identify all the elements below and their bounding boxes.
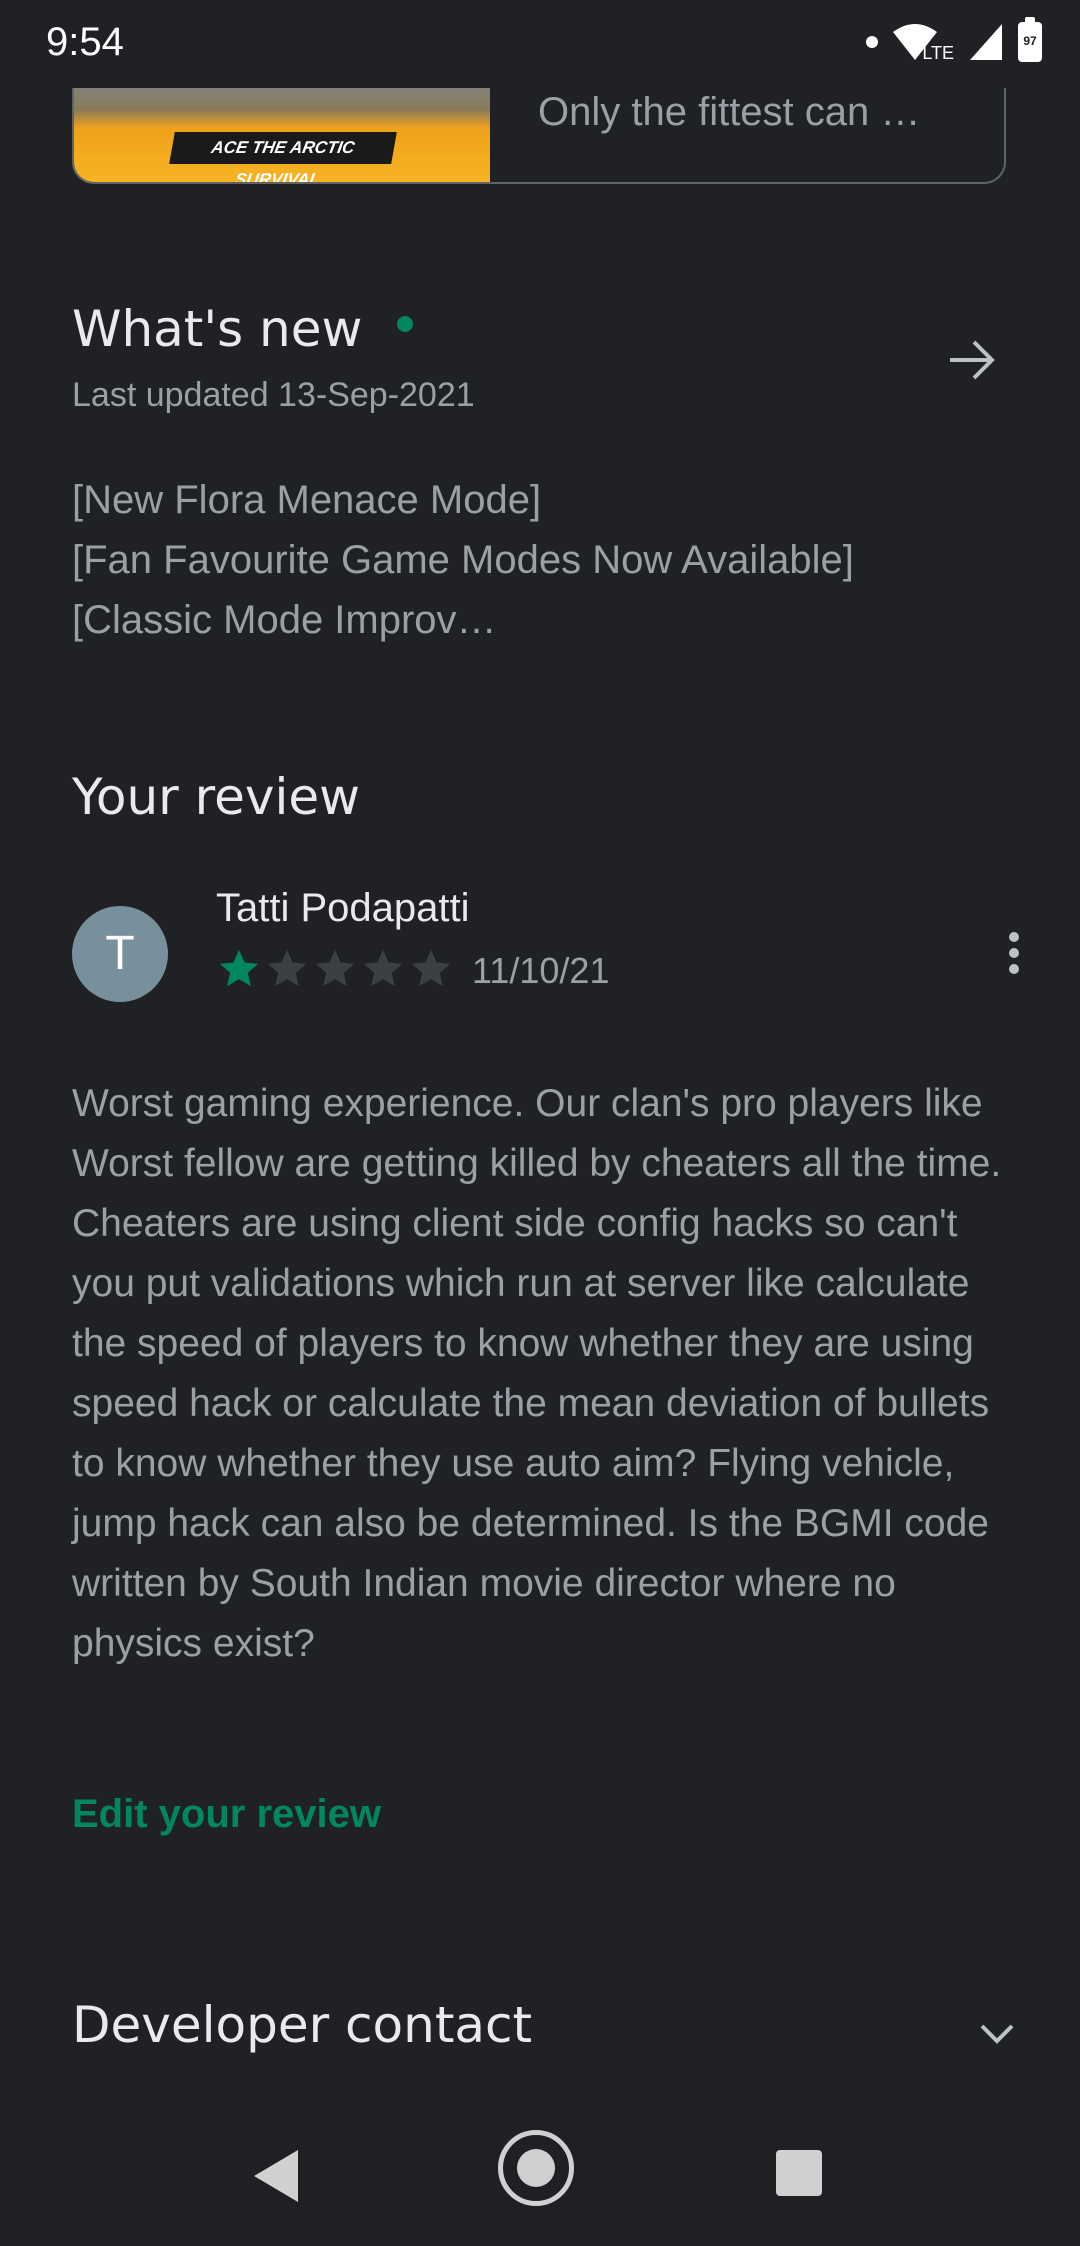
event-description: Only the fittest can … (538, 90, 921, 134)
navigation-bar (0, 2100, 1080, 2246)
review-date: 11/10/21 (472, 950, 610, 991)
event-image-tagline: ACE THE ARCTIC SURVIVAL (169, 132, 397, 182)
release-note-item: [New Flora Menace Mode] (72, 478, 542, 522)
release-notes: [New Flora Menace Mode] [Fan Favourite G… (72, 470, 854, 650)
network-type: LTE (922, 42, 954, 63)
release-note-item: [Classic Mode Improv… (72, 598, 497, 642)
back-icon[interactable] (254, 2150, 298, 2202)
star-empty-icon (411, 949, 451, 987)
battery-level: 97 (1023, 34, 1037, 48)
whats-new-title: What's new (72, 300, 363, 358)
arrow-right-icon[interactable] (946, 334, 998, 386)
review-body: Worst gaming experience. Our clan's pro … (72, 1082, 1002, 1665)
more-options-icon[interactable] (1006, 932, 1022, 976)
edit-review-link[interactable]: Edit your review (72, 1792, 381, 1837)
home-icon[interactable] (498, 2130, 574, 2206)
new-indicator-dot (396, 316, 413, 332)
battery-icon: 97 (1018, 17, 1042, 62)
cell-signal-icon (970, 24, 1002, 60)
developer-contact-title[interactable]: Developer contact (72, 1996, 532, 2054)
whats-new-section[interactable]: What's new Last updated 13-Sep-2021 (72, 300, 1008, 415)
star-empty-icon (363, 949, 403, 987)
chevron-down-icon[interactable] (974, 2010, 1020, 2056)
avatar: T (72, 906, 168, 1002)
notification-dot-icon (866, 36, 879, 48)
last-updated: Last updated 13-Sep-2021 (72, 376, 475, 414)
status-time: 9:54 (46, 20, 124, 64)
star-empty-icon (315, 949, 355, 987)
status-icons: LTE 97 (866, 17, 1042, 66)
star-empty-icon (267, 949, 307, 987)
star-rating (216, 946, 454, 992)
reviewer-name: Tatti Podapatti (216, 886, 470, 930)
status-bar: 9:54 LTE 97 (0, 0, 1080, 88)
release-note-item: [Fan Favourite Game Modes Now Available] (72, 538, 854, 582)
recents-icon[interactable] (776, 2150, 822, 2196)
star-filled-icon (219, 949, 259, 987)
your-review-title: Your review (72, 768, 360, 826)
